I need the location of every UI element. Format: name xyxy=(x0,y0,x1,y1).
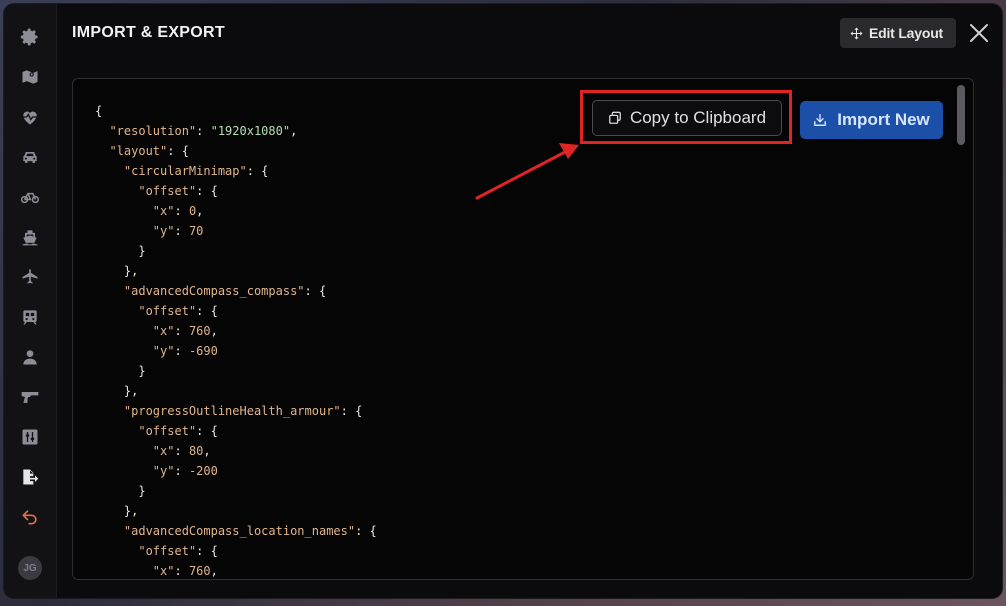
sidebar-item-boat[interactable] xyxy=(15,222,45,252)
download-icon xyxy=(814,114,827,126)
code-line: "y": 70 xyxy=(152,224,204,238)
window-header: IMPORT & EXPORT Edit Layout xyxy=(56,4,1002,64)
sidebar-item-player[interactable] xyxy=(15,342,45,372)
code-line: "offset": { xyxy=(138,544,218,558)
copy-icon xyxy=(609,111,621,124)
code-line: "offset": { xyxy=(138,304,218,318)
sliders-icon xyxy=(22,429,38,445)
import-label: Import New xyxy=(837,110,930,129)
code-line: { xyxy=(95,104,103,118)
code-line: "y": -200 xyxy=(152,464,218,478)
bicycle-icon xyxy=(20,192,40,204)
copy-label: Copy to Clipboard xyxy=(629,108,767,127)
code-line: }, xyxy=(95,264,139,278)
sidebar-item-car[interactable] xyxy=(15,142,45,172)
plane-icon xyxy=(22,269,38,284)
avatar[interactable]: JG xyxy=(18,556,42,580)
page-title: IMPORT & EXPORT xyxy=(72,24,225,41)
code-line: "x": 80, xyxy=(152,444,211,458)
code-line: "circularMinimap": { xyxy=(123,164,269,178)
code-line: } xyxy=(95,364,146,378)
code-line: "layout": { xyxy=(109,144,189,158)
code-line: "progressOutlineHealth_armour": { xyxy=(123,404,363,418)
layout-json-code[interactable]: { "resolution": "1920x1080", "layout": {… xyxy=(95,101,377,579)
sidebar-item-weapon[interactable] xyxy=(15,382,45,412)
code-line: "offset": { xyxy=(138,184,218,198)
map-icon xyxy=(22,70,38,84)
code-line: "offset": { xyxy=(138,424,218,438)
code-line: "resolution": "1920x1080", xyxy=(109,124,298,138)
copy-to-clipboard-button[interactable]: Copy to Clipboard xyxy=(592,100,782,136)
sidebar-item-adjust[interactable] xyxy=(15,422,45,452)
sidebar-item-train[interactable] xyxy=(15,302,45,332)
scrollbar-track[interactable] xyxy=(957,83,967,575)
sidebar-item-map[interactable] xyxy=(15,62,45,92)
sidebar-item-plane[interactable] xyxy=(15,262,45,292)
edit-layout-label: Edit Layout xyxy=(869,25,944,41)
code-line: "advancedCompass_location_names": { xyxy=(123,524,377,538)
gear-icon xyxy=(20,28,38,46)
move-icon xyxy=(850,27,863,39)
sidebar-item-health[interactable] xyxy=(15,102,45,132)
export-code-panel: { "resolution": "1920x1080", "layout": {… xyxy=(72,78,974,580)
code-line: }, xyxy=(95,384,139,398)
boat-icon xyxy=(22,230,38,246)
sidebar-item-settings[interactable] xyxy=(15,22,45,52)
code-line: } xyxy=(95,244,146,258)
code-line: }, xyxy=(95,504,139,518)
code-line: "y": -690 xyxy=(152,344,218,358)
close-icon xyxy=(970,24,988,42)
scrollbar-thumb[interactable] xyxy=(957,85,965,145)
train-icon xyxy=(23,310,37,325)
sidebar: JG xyxy=(4,4,57,598)
sidebar-item-bicycle[interactable] xyxy=(15,182,45,212)
code-line: } xyxy=(95,484,146,498)
code-line: "x": 0, xyxy=(152,204,204,218)
car-icon xyxy=(23,152,37,163)
gun-icon xyxy=(21,392,39,403)
import-export-window: JG IMPORT & EXPORT Edit Layout { "resolu… xyxy=(4,4,1002,598)
edit-layout-button[interactable]: Edit Layout xyxy=(840,18,956,48)
sidebar-item-undo[interactable] xyxy=(15,502,45,532)
undo-icon xyxy=(22,510,37,525)
user-icon xyxy=(23,350,37,365)
code-line: "advancedCompass_compass": { xyxy=(123,284,327,298)
code-line: "x": 760, xyxy=(152,324,218,338)
file-export-icon xyxy=(23,469,39,485)
import-new-button[interactable]: Import New xyxy=(800,101,943,139)
sidebar-item-import-export[interactable] xyxy=(15,462,45,492)
heartbeat-icon xyxy=(23,111,37,125)
close-button[interactable] xyxy=(968,22,990,44)
code-line: "x": 760, xyxy=(152,564,218,578)
